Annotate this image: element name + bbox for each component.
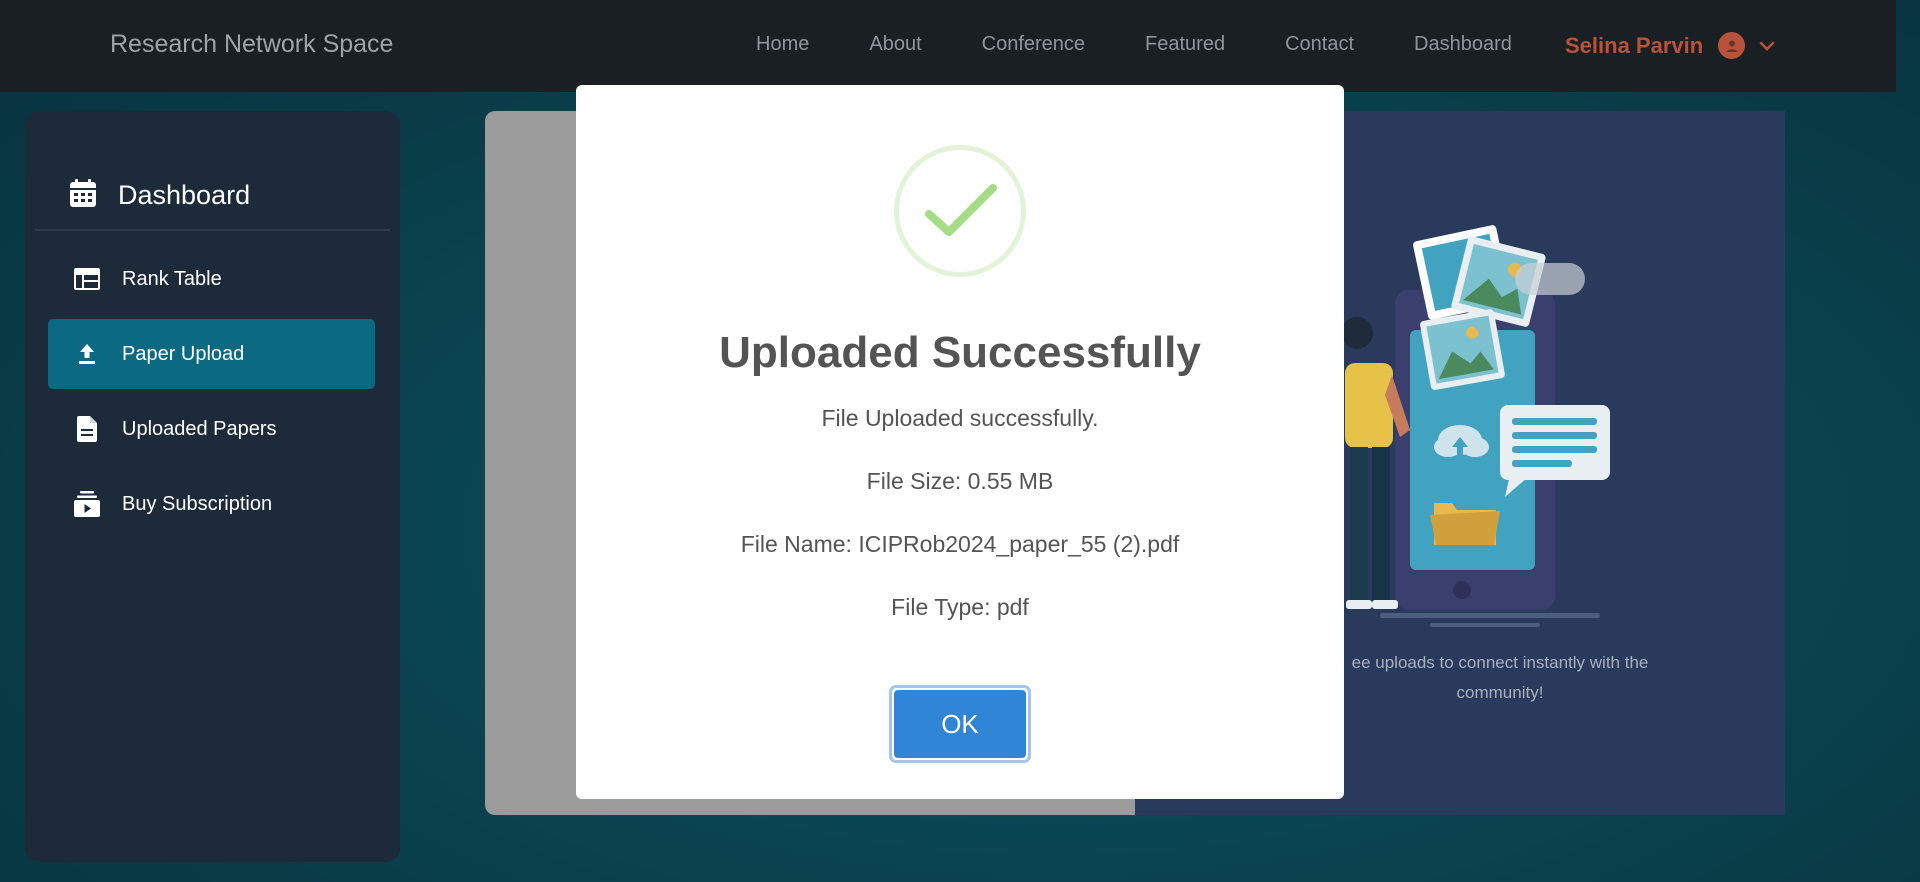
calendar-icon — [70, 179, 96, 212]
nav-link-about[interactable]: About — [869, 33, 921, 56]
nav-links: Home About Conference Featured Contact D… — [756, 33, 1512, 56]
file-type-text: File Type: pdf — [891, 594, 1029, 620]
modal-title: Uploaded Successfully — [719, 328, 1201, 377]
upload-illustration — [1300, 215, 1630, 640]
modal-message: File Uploaded successfully. — [821, 405, 1099, 431]
file-name-text: File Name: ICIPRob2024_paper_55 (2).pdf — [740, 531, 1180, 557]
ok-button-label: OK — [894, 690, 1026, 758]
sidebar-header: Dashboard — [70, 179, 250, 212]
nav-link-featured[interactable]: Featured — [1145, 33, 1225, 56]
nav-link-contact[interactable]: Contact — [1285, 33, 1354, 56]
sidebar-item-label: Uploaded Papers — [122, 417, 277, 440]
sidebar-item-rank-table[interactable]: Rank Table — [48, 244, 375, 314]
sidebar: Dashboard Rank Table Paper Upload Upload… — [25, 111, 400, 862]
sidebar-item-uploaded-papers[interactable]: Uploaded Papers — [48, 394, 375, 464]
sidebar-item-buy-subscription[interactable]: Buy Subscription — [48, 469, 375, 539]
subscription-icon — [74, 491, 100, 517]
sidebar-item-label: Buy Subscription — [122, 492, 273, 515]
user-menu[interactable]: Selina Parvin — [1565, 32, 1775, 59]
nav-link-dashboard[interactable]: Dashboard — [1414, 33, 1512, 56]
brand-title[interactable]: Research Network Space — [110, 30, 393, 59]
document-icon — [74, 416, 100, 442]
sidebar-item-label: Paper Upload — [122, 342, 245, 365]
chevron-down-icon[interactable] — [1759, 41, 1775, 51]
table-icon — [74, 268, 100, 290]
top-navbar: Research Network Space Home About Confer… — [0, 0, 1896, 92]
user-name[interactable]: Selina Parvin — [1565, 33, 1703, 59]
sidebar-title: Dashboard — [118, 180, 251, 210]
success-modal: Uploaded Successfully File Uploaded succ… — [576, 85, 1344, 799]
ok-button[interactable]: OK — [889, 685, 1031, 763]
nav-link-home[interactable]: Home — [756, 33, 809, 56]
sidebar-item-paper-upload[interactable]: Paper Upload — [48, 319, 375, 389]
user-avatar-icon[interactable] — [1718, 32, 1746, 59]
sidebar-divider — [35, 229, 390, 231]
sidebar-item-label: Rank Table — [122, 267, 222, 290]
file-size-text: File Size: 0.55 MB — [866, 468, 1054, 494]
nav-link-conference[interactable]: Conference — [982, 33, 1085, 56]
success-check-icon — [894, 145, 1026, 277]
upload-icon — [74, 343, 100, 365]
upload-caption: ee uploads to connect instantly with the… — [1351, 653, 1649, 702]
